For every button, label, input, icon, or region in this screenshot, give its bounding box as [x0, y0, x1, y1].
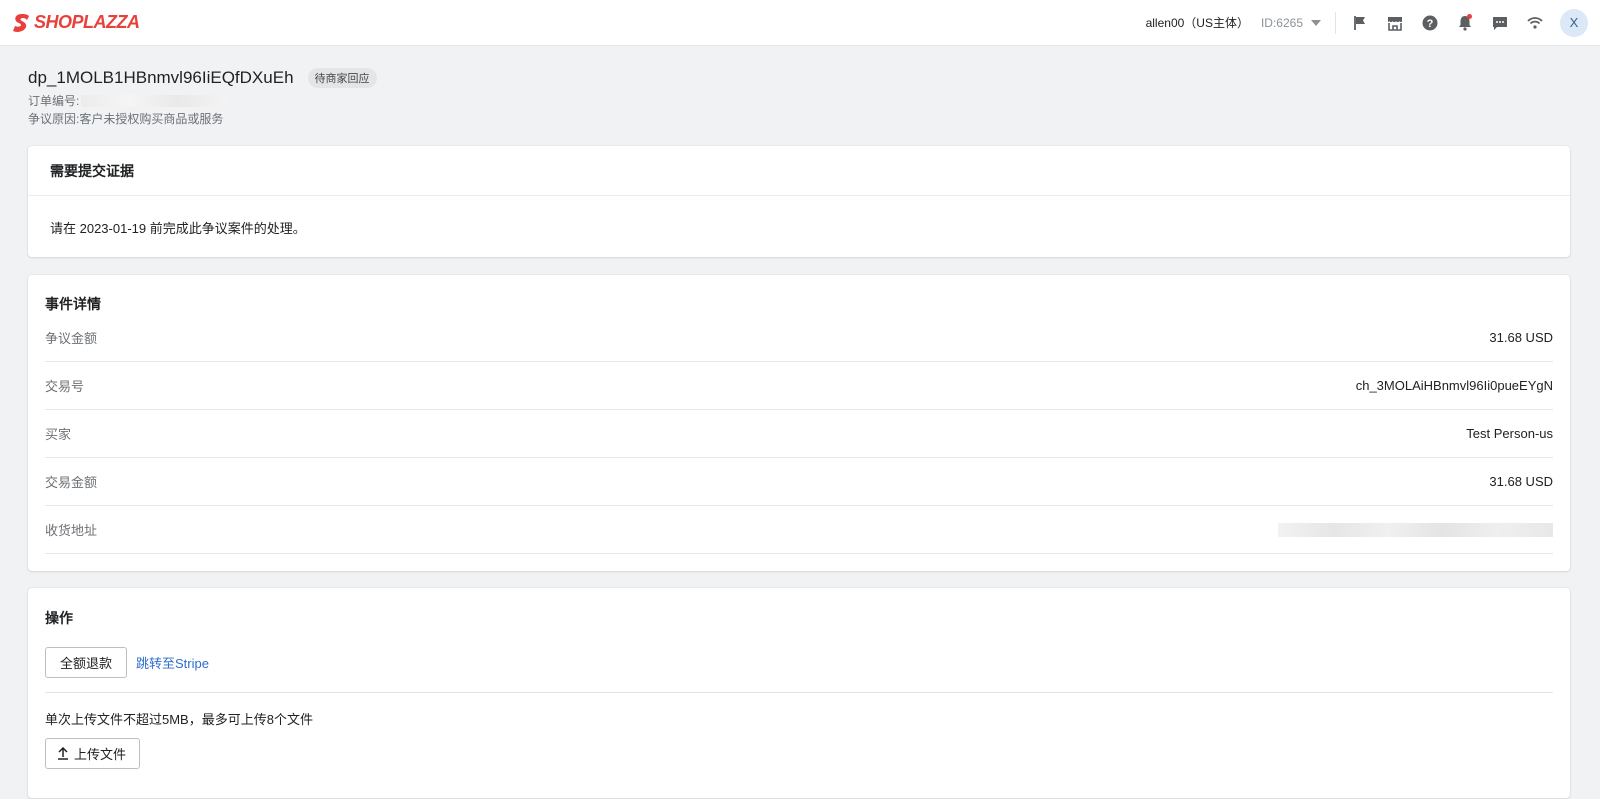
order-number-row: 订单编号:: [28, 92, 1570, 110]
dispute-header: dp_1MOLB1HBnmvl96IiEQfDXuEh 待商家回应 订单编号: …: [28, 46, 1570, 128]
evidence-card-title: 需要提交证据: [28, 146, 1570, 196]
detail-value: 31.68 USD: [1489, 330, 1553, 345]
help-icon[interactable]: ?: [1412, 5, 1447, 40]
dispute-reason-label: 争议原因:: [28, 112, 80, 126]
notification-dot: [1467, 14, 1472, 19]
order-number-label: 订单编号:: [28, 94, 80, 108]
dispute-reason-value: 客户未授权购买商品或服务: [79, 112, 224, 126]
wifi-icon[interactable]: [1517, 5, 1552, 40]
dispute-reason-row: 争议原因: 客户未授权购买商品或服务: [28, 110, 1570, 128]
detail-row-buyer: 买家 Test Person-us: [45, 410, 1553, 458]
full-refund-button[interactable]: 全额退款: [45, 647, 128, 678]
go-to-stripe-link[interactable]: 跳转至Stripe: [136, 653, 209, 672]
order-number-redacted: [81, 95, 227, 107]
detail-label: 争议金额: [45, 331, 98, 346]
actions-title: 操作: [45, 610, 73, 626]
page-content: dp_1MOLB1HBnmvl96IiEQfDXuEh 待商家回应 订单编号: …: [0, 46, 1600, 798]
upload-icon: [58, 747, 68, 760]
detail-row-transaction-amount: 交易金额 31.68 USD: [45, 458, 1553, 506]
account-switcher[interactable]: allen00（US主体） ID:6265: [1146, 14, 1321, 31]
flag-icon[interactable]: [1342, 5, 1377, 40]
detail-value: ch_3MOLAiHBnmvl96Ii0pueEYgN: [1355, 378, 1553, 393]
bell-icon[interactable]: [1447, 5, 1482, 40]
status-badge: 待商家回应: [307, 68, 377, 88]
svg-text:?: ?: [1426, 18, 1433, 30]
detail-value: Test Person-us: [1466, 426, 1553, 441]
evidence-deadline-message: 请在 2023-01-19 前完成此争议案件的处理。: [50, 221, 306, 236]
shipping-address-redacted: [1278, 522, 1553, 537]
chevron-down-icon: [1311, 19, 1321, 26]
evidence-required-card: 需要提交证据 请在 2023-01-19 前完成此争议案件的处理。: [28, 146, 1570, 257]
detail-label: 交易号: [45, 379, 85, 394]
top-bar: SHOPLAZZA allen00（US主体） ID:6265 ? X: [0, 0, 1600, 46]
detail-row-transaction-id: 交易号 ch_3MOLAiHBnmvl96Ii0pueEYgN: [45, 362, 1553, 410]
store-icon[interactable]: [1377, 5, 1412, 40]
event-details-card: 事件详情 争议金额 31.68 USD 交易号 ch_3MOLAiHBnmvl9…: [28, 275, 1570, 571]
shoplazza-logo-icon: [13, 13, 29, 32]
divider: [1335, 11, 1336, 34]
chat-icon[interactable]: [1482, 5, 1517, 40]
detail-label: 收货地址: [45, 523, 98, 538]
detail-label: 交易金额: [45, 475, 98, 490]
account-id: ID:6265: [1260, 15, 1303, 30]
avatar[interactable]: X: [1560, 8, 1588, 37]
upload-file-label: 上传文件: [74, 747, 127, 762]
actions-card: 操作 全额退款 跳转至Stripe 单次上传文件不超过5MB，最多可上传8个文件…: [28, 588, 1570, 798]
upload-file-button[interactable]: 上传文件: [45, 738, 141, 769]
detail-label: 买家: [45, 427, 72, 442]
detail-row-dispute-amount: 争议金额 31.68 USD: [45, 314, 1553, 362]
upload-hint: 单次上传文件不超过5MB，最多可上传8个文件: [45, 712, 313, 727]
brand-name: SHOPLAZZA: [34, 12, 140, 32]
detail-value: 31.68 USD: [1489, 474, 1553, 489]
shoplazza-logo[interactable]: SHOPLAZZA: [12, 12, 140, 33]
account-name: allen00（US主体）: [1145, 16, 1249, 30]
event-details-title: 事件详情: [45, 296, 101, 312]
page-title: dp_1MOLB1HBnmvl96IiEQfDXuEh: [28, 68, 294, 87]
detail-row-shipping-address: 收货地址: [45, 506, 1553, 554]
